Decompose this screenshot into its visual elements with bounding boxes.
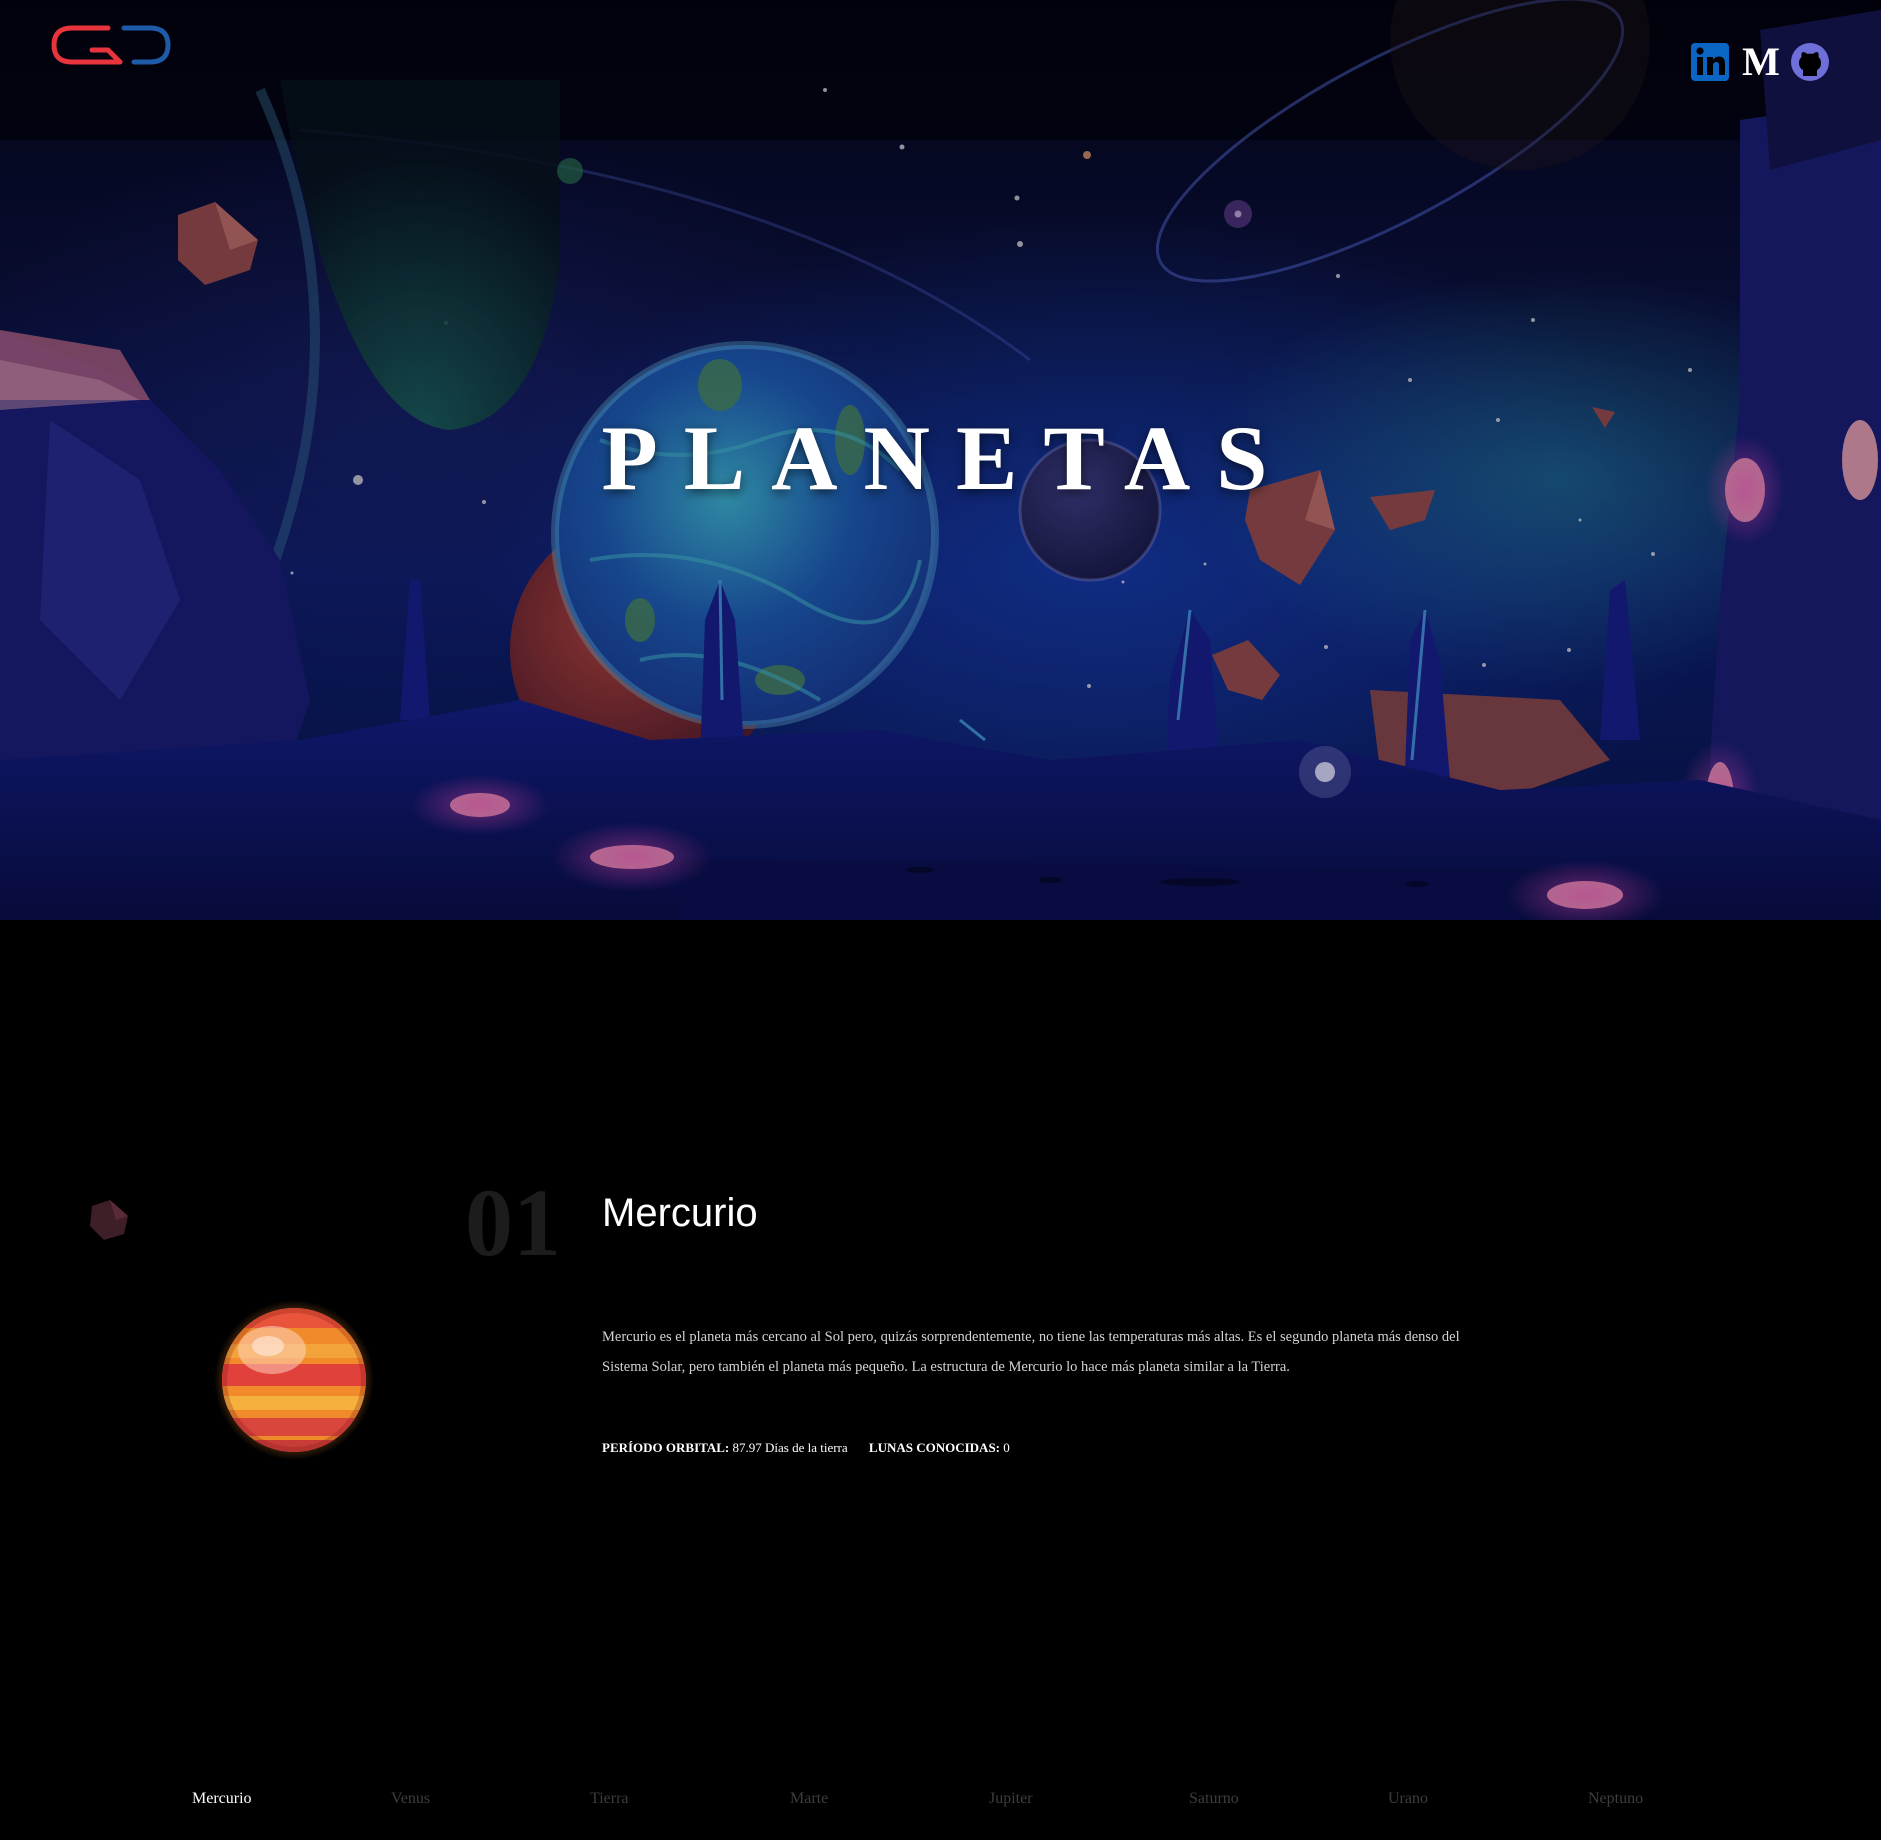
tab-urano[interactable]: Urano (1388, 1790, 1428, 1808)
orbital-period-label: PERÍODO ORBITAL: (602, 1440, 730, 1455)
known-moons-stat: LUNAS CONOCIDAS: 0 (869, 1440, 1010, 1455)
tab-saturno[interactable]: Saturno (1189, 1790, 1239, 1808)
linkedin-icon[interactable] (1690, 40, 1730, 82)
gd-logo-icon[interactable] (50, 22, 172, 68)
tab-mercurio[interactable]: Mercurio (192, 1790, 252, 1808)
tab-tierra[interactable]: Tierra (590, 1790, 629, 1808)
tab-jupiter[interactable]: Jupiter (989, 1790, 1033, 1808)
medium-icon[interactable]: M (1740, 40, 1782, 82)
planet-nav: Mercurio Venus Tierra Marte Jupiter Satu… (0, 1790, 1881, 1820)
known-moons-value: 0 (1003, 1440, 1010, 1455)
planet-name: Mercurio (602, 1191, 758, 1235)
planet-stats: PERÍODO ORBITAL: 87.97 Días de la tierra… (602, 1440, 1028, 1456)
github-icon[interactable] (1790, 40, 1830, 82)
mercurio-planet-image (214, 1300, 374, 1460)
tab-neptuno[interactable]: Neptuno (1588, 1790, 1643, 1808)
orbital-period-value: 87.97 Días de la tierra (732, 1440, 848, 1455)
tab-marte[interactable]: Marte (790, 1790, 828, 1808)
tab-venus[interactable]: Venus (391, 1790, 430, 1808)
planet-number: 01 (465, 1169, 561, 1276)
asteroid-decoration (90, 1200, 128, 1240)
orbital-period-stat: PERÍODO ORBITAL: 87.97 Días de la tierra (602, 1440, 851, 1455)
svg-text:M: M (1742, 40, 1780, 82)
known-moons-label: LUNAS CONOCIDAS: (868, 1440, 1001, 1455)
hero-banner: PLANETAS (0, 0, 1881, 920)
hero-title: PLANETAS (601, 407, 1294, 509)
planet-description: Mercurio es el planeta más cercano al So… (602, 1329, 1460, 1375)
